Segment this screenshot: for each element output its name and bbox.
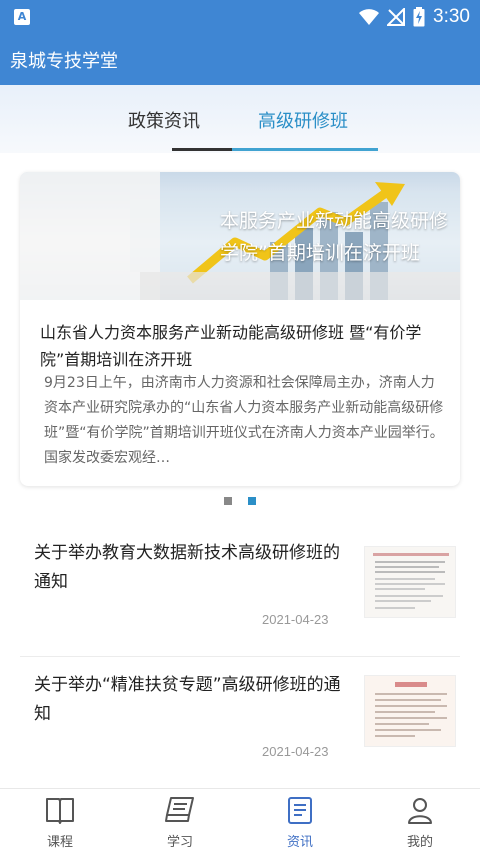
nav-study[interactable]: 学习 — [140, 795, 220, 851]
status-icons: 3:30 — [359, 5, 470, 29]
nav-news[interactable]: 资讯 — [260, 795, 340, 851]
nav-profile[interactable]: 我的 — [380, 795, 460, 851]
tab-advanced-seminar[interactable]: 高级研修班 — [258, 107, 348, 133]
banner-image: 本服务产业新动能高级研修 学院”首期培训在济开班 — [20, 172, 460, 300]
carousel-dot[interactable] — [224, 497, 232, 505]
tab-indicator — [232, 148, 378, 151]
news-icon — [288, 797, 312, 824]
news-thumbnail — [364, 546, 456, 618]
document-thumbnail-graphic — [365, 547, 455, 617]
tab-policy-news[interactable]: 政策资讯 — [128, 107, 200, 133]
news-date: 2021-04-23 — [262, 744, 329, 759]
banner-image-caption-2: 学院”首期培训在济开班 — [220, 242, 420, 264]
app-notification-icon: A — [14, 9, 30, 25]
nav-label: 学习 — [166, 835, 193, 850]
news-list-item[interactable]: 关于举办教育大数据新技术高级研修班的通知 2021-04-23 — [0, 525, 480, 657]
news-date: 2021-04-23 — [262, 612, 329, 627]
nav-label: 资讯 — [286, 835, 313, 850]
battery-icon — [413, 7, 425, 27]
growth-arrow-graphic — [20, 172, 460, 300]
news-title: 关于举办“精准扶贫专题”高级研修班的通知 — [34, 675, 341, 724]
banner-image-caption-1: 本服务产业新动能高级研修 — [220, 210, 449, 232]
clock: 3:30 — [433, 6, 470, 27]
nav-label: 课程 — [46, 835, 73, 850]
app-title: 泉城专技学堂 — [10, 51, 118, 72]
banner-summary: 9月23日上午，由济南市人力资源和社会保障局主办，济南人力资本产业研究院承办的“… — [44, 375, 444, 466]
no-signal-icon — [387, 8, 406, 26]
news-list-item[interactable]: 关于举办“精准扶贫专题”高级研修班的通知 2021-04-23 — [0, 657, 480, 789]
carousel-dot-active[interactable] — [248, 497, 256, 505]
news-title: 关于举办教育大数据新技术高级研修班的通知 — [34, 543, 340, 592]
app-bar: 泉城专技学堂 — [0, 33, 480, 85]
study-icon — [165, 797, 194, 822]
news-thumbnail — [364, 675, 456, 747]
status-bar: A 3:30 — [0, 0, 480, 33]
bottom-navigation: 课程 学习 资讯 我的 — [0, 788, 480, 853]
tab-underline-inactive — [172, 148, 232, 151]
nav-label: 我的 — [406, 835, 433, 850]
tab-bar: 政策资讯 高级研修班 — [0, 85, 480, 153]
book-icon — [46, 798, 74, 824]
profile-icon — [408, 798, 432, 824]
document-thumbnail-graphic — [365, 676, 455, 746]
carousel-indicator — [224, 497, 256, 505]
nav-course[interactable]: 课程 — [20, 795, 100, 851]
banner-title: 山东省人力资本服务产业新动能高级研修班 暨“有价学院”首期培训在济开班 — [40, 323, 422, 369]
wifi-icon — [359, 9, 380, 25]
banner-card[interactable]: 本服务产业新动能高级研修 学院”首期培训在济开班 山东省人力资本服务产业新动能高… — [20, 172, 460, 486]
